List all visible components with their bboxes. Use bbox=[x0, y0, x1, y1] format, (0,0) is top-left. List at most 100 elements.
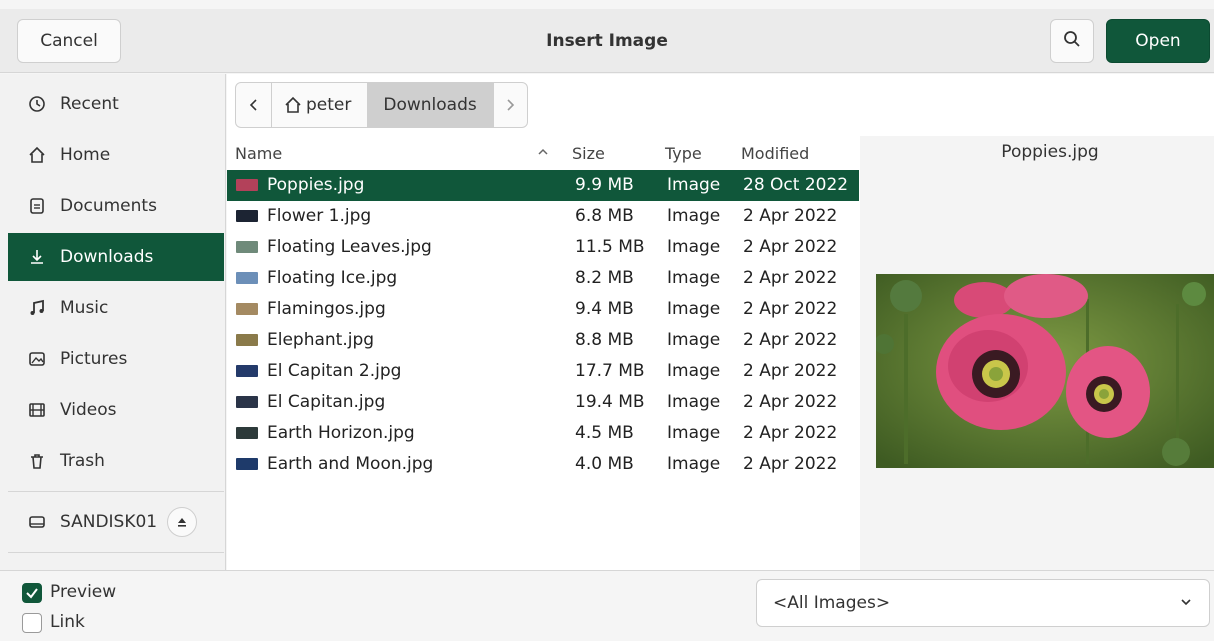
column-header-type[interactable]: Type bbox=[665, 144, 702, 163]
file-name: Floating Leaves.jpg bbox=[267, 237, 432, 257]
path-segment-downloads[interactable]: Downloads bbox=[367, 83, 493, 127]
eject-icon bbox=[178, 518, 187, 527]
link-checkbox[interactable] bbox=[22, 613, 42, 633]
file-row[interactable]: Floating Ice.jpg 8.2 MB Image 2 Apr 2022 bbox=[227, 263, 859, 294]
file-browser: peter Downloads Name Size Type Modified … bbox=[227, 74, 1214, 570]
file-row[interactable]: El Capitan.jpg 19.4 MB Image 2 Apr 2022 bbox=[227, 387, 859, 418]
file-modified: 2 Apr 2022 bbox=[743, 299, 838, 319]
file-size: 19.4 MB bbox=[575, 392, 645, 412]
file-name: Floating Ice.jpg bbox=[267, 268, 398, 288]
preview-checkbox-label: Preview bbox=[50, 582, 117, 602]
sidebar-item-sandisk01[interactable]: SANDISK01 bbox=[8, 498, 224, 546]
chevron-down-icon bbox=[1179, 594, 1193, 614]
file-type: Image bbox=[667, 454, 721, 474]
file-size: 4.5 MB bbox=[575, 423, 634, 443]
file-size: 17.7 MB bbox=[575, 361, 645, 381]
sidebar-divider bbox=[8, 552, 224, 553]
document-icon bbox=[26, 195, 48, 217]
eject-button[interactable] bbox=[167, 507, 198, 537]
sidebar-item-music[interactable]: Music bbox=[8, 284, 224, 332]
file-size: 8.8 MB bbox=[575, 330, 634, 350]
download-icon bbox=[26, 246, 48, 268]
file-type: Image bbox=[667, 175, 721, 195]
image-thumbnail-icon bbox=[236, 334, 258, 346]
file-modified: 28 Oct 2022 bbox=[743, 175, 849, 195]
search-button[interactable] bbox=[1050, 19, 1094, 63]
sidebar-item-label: Music bbox=[60, 298, 109, 318]
file-modified: 2 Apr 2022 bbox=[743, 423, 838, 443]
file-size: 8.2 MB bbox=[575, 268, 634, 288]
image-thumbnail-icon bbox=[236, 179, 258, 191]
file-name: Elephant.jpg bbox=[267, 330, 375, 350]
places-sidebar: Recent Home Documents Downloads Music Pi… bbox=[0, 74, 226, 570]
column-header-row: Name Size Type Modified bbox=[227, 136, 859, 170]
file-type: Image bbox=[667, 330, 721, 350]
file-modified: 2 Apr 2022 bbox=[743, 206, 838, 226]
path-segment-home[interactable]: peter bbox=[272, 83, 367, 127]
chevron-left-icon bbox=[249, 99, 257, 111]
file-size: 4.0 MB bbox=[575, 454, 634, 474]
sidebar-item-downloads[interactable]: Downloads bbox=[8, 233, 224, 281]
image-thumbnail-icon bbox=[236, 272, 258, 284]
chevron-right-icon bbox=[507, 99, 515, 111]
file-type: Image bbox=[667, 392, 721, 412]
sidebar-item-documents[interactable]: Documents bbox=[8, 182, 224, 230]
file-name: Earth and Moon.jpg bbox=[267, 454, 434, 474]
file-modified: 2 Apr 2022 bbox=[743, 268, 838, 288]
file-type: Image bbox=[667, 423, 721, 443]
preview-checkbox[interactable] bbox=[22, 583, 42, 603]
file-row[interactable]: El Capitan 2.jpg 17.7 MB Image 2 Apr 2022 bbox=[227, 356, 859, 387]
file-name: Flamingos.jpg bbox=[267, 299, 386, 319]
image-thumbnail-icon bbox=[236, 210, 258, 222]
file-type: Image bbox=[667, 206, 721, 226]
sort-ascending-icon[interactable] bbox=[537, 142, 549, 161]
search-icon bbox=[1063, 30, 1081, 53]
music-icon bbox=[26, 297, 48, 319]
drive-icon bbox=[26, 511, 48, 533]
home-icon bbox=[284, 96, 302, 114]
file-name: El Capitan.jpg bbox=[267, 392, 386, 412]
sidebar-item-label: Documents bbox=[60, 196, 157, 216]
path-forward-button[interactable] bbox=[492, 83, 527, 127]
preview-pane: Poppies.jpg bbox=[860, 136, 1214, 570]
file-row[interactable]: Floating Leaves.jpg 11.5 MB Image 2 Apr 202… bbox=[227, 232, 859, 263]
sidebar-item-label: Recent bbox=[60, 94, 119, 114]
sidebar-item-videos[interactable]: Videos bbox=[8, 386, 224, 434]
file-type: Image bbox=[667, 268, 721, 288]
file-row[interactable]: Earth Horizon.jpg 4.5 MB Image 2 Apr 2022 bbox=[227, 418, 859, 449]
file-row[interactable]: Flower 1.jpg 6.8 MB Image 2 Apr 2022 bbox=[227, 201, 859, 232]
sidebar-item-label: Trash bbox=[60, 451, 105, 471]
file-list: Name Size Type Modified Poppies.jpg 9.9 M… bbox=[227, 136, 859, 570]
file-row[interactable]: Poppies.jpg 9.9 MB Image 28 Oct 2022 bbox=[227, 170, 859, 201]
column-header-modified[interactable]: Modified bbox=[741, 144, 809, 163]
image-thumbnail-icon bbox=[236, 427, 258, 439]
file-modified: 2 Apr 2022 bbox=[743, 330, 838, 350]
sidebar-item-home[interactable]: Home bbox=[8, 131, 224, 179]
file-row[interactable]: Flamingos.jpg 9.4 MB Image 2 Apr 2022 bbox=[227, 294, 859, 325]
sidebar-item-trash[interactable]: Trash bbox=[8, 437, 224, 485]
file-size: 9.4 MB bbox=[575, 299, 634, 319]
column-header-size[interactable]: Size bbox=[572, 144, 605, 163]
file-row[interactable]: Elephant.jpg 8.8 MB Image 2 Apr 2022 bbox=[227, 325, 859, 356]
open-button[interactable]: Open bbox=[1106, 19, 1210, 63]
file-type: Image bbox=[667, 237, 721, 257]
file-name: Poppies.jpg bbox=[267, 175, 365, 195]
dialog-title: Insert Image bbox=[546, 31, 668, 51]
filter-value: <All Images> bbox=[773, 593, 891, 613]
path-back-button[interactable] bbox=[236, 83, 272, 127]
file-row[interactable]: Earth and Moon.jpg 4.0 MB Image 2 Apr 2022 bbox=[227, 449, 859, 480]
image-thumbnail-icon bbox=[236, 396, 258, 408]
file-type: Image bbox=[667, 299, 721, 319]
link-checkbox-label: Link bbox=[50, 612, 85, 632]
path-segment-label: peter bbox=[306, 95, 352, 115]
home-icon bbox=[26, 144, 48, 166]
column-header-name[interactable]: Name bbox=[235, 144, 282, 163]
file-type-filter-dropdown[interactable]: <All Images> bbox=[756, 579, 1210, 627]
pictures-icon bbox=[26, 348, 48, 370]
image-thumbnail-icon bbox=[236, 303, 258, 315]
dialog-footer: Preview Link <All Images> bbox=[0, 570, 1214, 641]
preview-image bbox=[876, 274, 1214, 468]
sidebar-item-recent[interactable]: Recent bbox=[8, 80, 224, 128]
sidebar-item-pictures[interactable]: Pictures bbox=[8, 335, 224, 383]
file-modified: 2 Apr 2022 bbox=[743, 392, 838, 412]
